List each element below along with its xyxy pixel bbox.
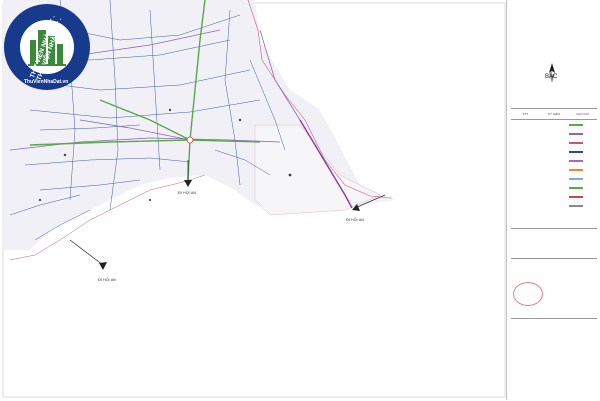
junction-marker <box>186 136 194 144</box>
legend-row <box>511 158 597 164</box>
map-sheet: ĐI HỘI AN ĐI HỘI AN ĐI HỘI AN THƯ VIỆN N… <box>0 0 600 400</box>
legend-header-col: GHI CHÚ <box>576 112 590 116</box>
legend-row <box>511 149 597 155</box>
legend-header-col: KÝ HIỆU <box>548 112 561 116</box>
legend-row <box>511 131 597 137</box>
destination-label: ĐI HỘI AN <box>98 277 116 282</box>
north-arrow-icon <box>549 63 555 83</box>
legend-swatch <box>569 151 583 153</box>
legend-header-col: STT <box>522 112 529 116</box>
legend-row <box>511 194 597 200</box>
legend-panel: BẮC STT KÝ HIỆU GHI CHÚ <box>506 0 600 400</box>
title-block-1 <box>511 228 597 259</box>
legend-swatch <box>569 205 583 207</box>
legend-row <box>511 176 597 182</box>
north-label: BẮC <box>545 74 558 80</box>
approval-stamp <box>513 282 543 306</box>
legend-swatch <box>569 142 583 144</box>
legend-swatch <box>569 187 583 189</box>
legend-row <box>511 140 597 146</box>
watermark-logo: THƯ VIỆN NHÀ ĐẤT · THƯ VIỆN NHÀ ĐẤT · Th… <box>4 4 90 90</box>
destination-arrow-2: ĐI HỘI AN <box>69 239 116 282</box>
legend-swatch <box>569 169 583 171</box>
legend-swatch <box>569 133 583 135</box>
legend-swatch <box>569 196 583 198</box>
destination-label: ĐI HỘI AN <box>346 217 364 222</box>
destination-label: ĐI HỘI AN <box>178 190 196 195</box>
legend-row <box>511 122 597 128</box>
watermark-url: ThuVienNhaDat.vn <box>24 79 69 85</box>
title-block-3 <box>511 318 597 401</box>
legend-row <box>511 203 597 209</box>
legend-swatch <box>569 178 583 180</box>
legend-row <box>511 185 597 191</box>
legend-row <box>511 167 597 173</box>
legend-swatch <box>569 124 583 126</box>
legend-swatch <box>569 160 583 162</box>
legend-header: STT KÝ HIỆU GHI CHÚ <box>511 108 597 120</box>
